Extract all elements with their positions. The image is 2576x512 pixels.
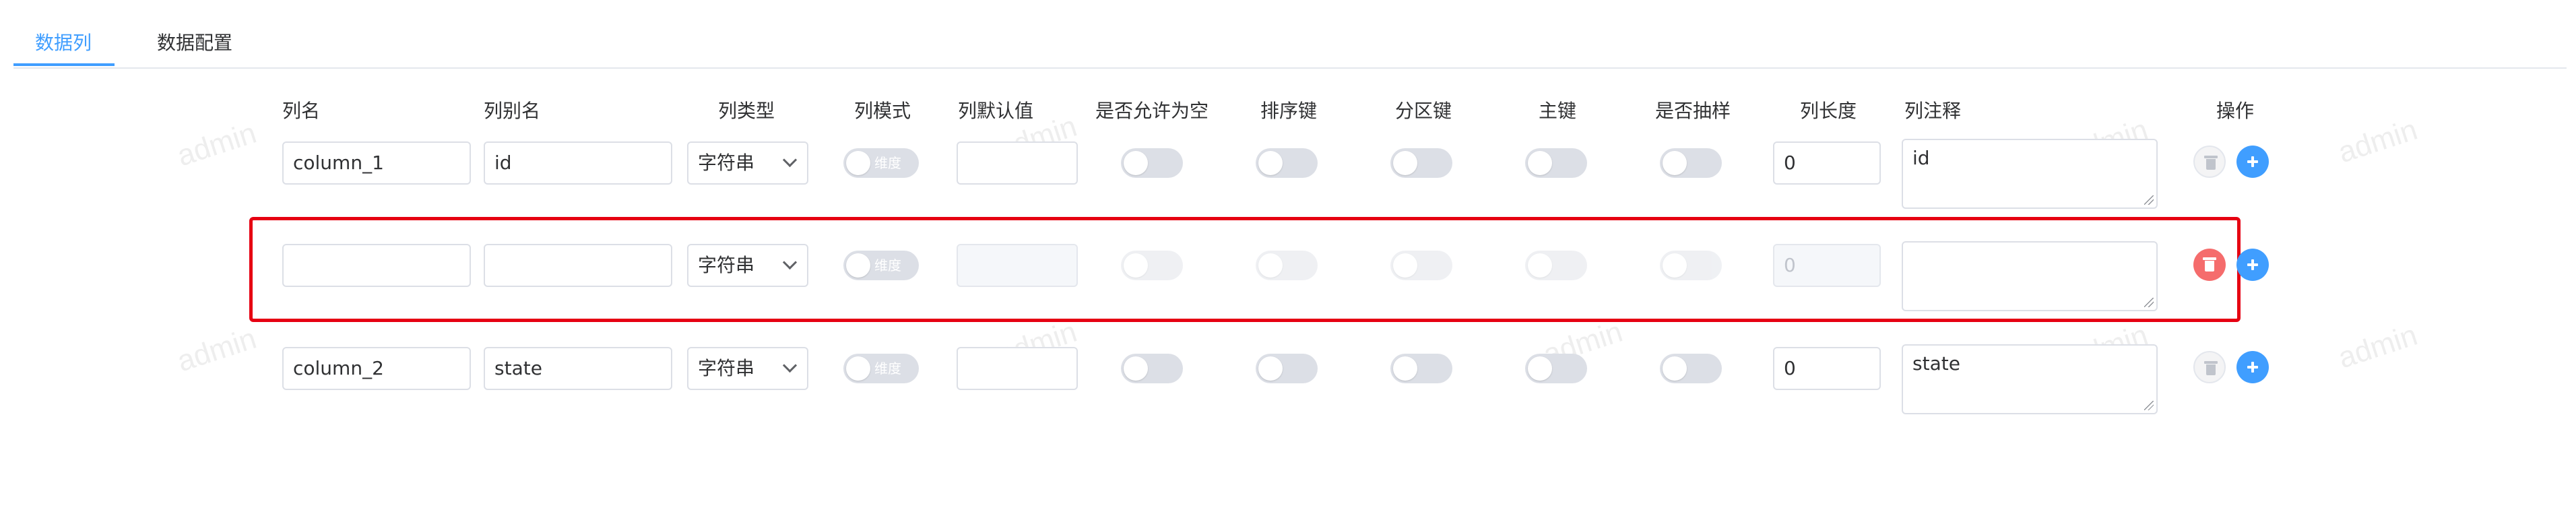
header-col-comment: 列注释 (1904, 100, 1962, 122)
column-name-input[interactable]: column_1 (282, 141, 471, 185)
nullable-switch[interactable] (1121, 251, 1183, 280)
header-col-type: 列类型 (718, 100, 775, 122)
switch-knob (1663, 151, 1687, 175)
column-length-input[interactable]: 0 (1773, 347, 1881, 390)
column-alias-input[interactable] (484, 244, 672, 287)
switch-knob (1258, 253, 1283, 278)
column-mode-label: 维度 (874, 155, 901, 171)
sort-key-switch[interactable] (1256, 251, 1318, 280)
switch-knob (1124, 253, 1148, 278)
active-tab-indicator (13, 63, 115, 66)
partition-key-switch[interactable] (1390, 148, 1452, 178)
tab-bar: 数据列 数据配置 (13, 0, 2567, 69)
column-comment-textarea[interactable]: id (1902, 139, 2158, 209)
resize-grip-icon[interactable] (2144, 401, 2154, 410)
chevron-down-icon (782, 255, 798, 270)
delete-row-button[interactable] (2193, 146, 2226, 178)
switch-knob (1528, 253, 1552, 278)
column-length-input[interactable]: 0 (1773, 141, 1881, 185)
nullable-switch[interactable] (1121, 148, 1183, 178)
switch-knob (1528, 151, 1552, 175)
sort-key-switch[interactable] (1256, 148, 1318, 178)
header-nullable: 是否允许为空 (1095, 100, 1209, 122)
column-comment-textarea[interactable]: state (1902, 344, 2158, 414)
column-type-select[interactable]: 字符串 (687, 244, 808, 287)
column-alias-input[interactable]: id (484, 141, 672, 185)
switch-knob (1663, 356, 1687, 381)
primary-key-switch[interactable] (1525, 148, 1587, 178)
add-row-button[interactable] (2236, 249, 2269, 281)
sample-switch[interactable] (1660, 148, 1722, 178)
add-row-button[interactable] (2236, 146, 2269, 178)
column-mode-switch[interactable]: 维度 (843, 354, 919, 383)
watermark: admin (2334, 318, 2422, 375)
switch-knob (1258, 356, 1283, 381)
column-comment-value: state (1912, 352, 1960, 375)
switch-knob (1393, 253, 1417, 278)
column-comment-textarea[interactable] (1902, 241, 2158, 311)
watermark: admin (173, 321, 261, 379)
tab-data-columns[interactable]: 数据列 (35, 30, 92, 57)
resize-grip-icon[interactable] (2144, 298, 2154, 307)
header-partition-key: 分区键 (1395, 100, 1452, 122)
default-value-input[interactable] (957, 347, 1078, 390)
switch-knob (1124, 356, 1148, 381)
switch-knob (1393, 151, 1417, 175)
delete-row-button[interactable] (2193, 249, 2226, 281)
watermark: admin (2334, 113, 2422, 170)
delete-row-button[interactable] (2193, 351, 2226, 383)
column-length-input[interactable]: 0 (1773, 244, 1881, 287)
switch-knob (846, 151, 870, 175)
switch-knob (1663, 253, 1687, 278)
chevron-down-icon (782, 358, 798, 373)
watermark: admin (173, 116, 261, 173)
sort-key-switch[interactable] (1256, 354, 1318, 383)
column-type-value: 字符串 (698, 357, 755, 379)
column-name-input[interactable] (282, 244, 471, 287)
column-alias-input[interactable]: state (484, 347, 672, 390)
column-type-value: 字符串 (698, 254, 755, 276)
add-row-button[interactable] (2236, 351, 2269, 383)
nullable-switch[interactable] (1121, 354, 1183, 383)
switch-knob (846, 356, 870, 381)
column-mode-label: 维度 (874, 257, 901, 274)
default-value-input[interactable] (957, 244, 1078, 287)
header-col-name: 列名 (282, 100, 321, 122)
switch-knob (1393, 356, 1417, 381)
sample-switch[interactable] (1660, 251, 1722, 280)
header-actions: 操作 (2216, 100, 2255, 122)
switch-knob (1124, 151, 1148, 175)
header-primary-key: 主键 (1539, 100, 1577, 122)
column-name-input[interactable]: column_2 (282, 347, 471, 390)
tab-data-config[interactable]: 数据配置 (157, 30, 232, 57)
switch-knob (846, 253, 870, 278)
header-col-length: 列长度 (1800, 100, 1857, 122)
column-mode-switch[interactable]: 维度 (843, 148, 919, 178)
column-type-select[interactable]: 字符串 (687, 141, 808, 185)
partition-key-switch[interactable] (1390, 354, 1452, 383)
column-comment-value: id (1912, 147, 1930, 169)
column-mode-label: 维度 (874, 360, 901, 377)
chevron-down-icon (782, 152, 798, 168)
primary-key-switch[interactable] (1525, 354, 1587, 383)
column-mode-switch[interactable]: 维度 (843, 251, 919, 280)
header-col-default: 列默认值 (958, 100, 1034, 122)
header-col-mode: 列模式 (854, 100, 911, 122)
column-type-value: 字符串 (698, 152, 755, 174)
default-value-input[interactable] (957, 141, 1078, 185)
switch-knob (1258, 151, 1283, 175)
primary-key-switch[interactable] (1525, 251, 1587, 280)
partition-key-switch[interactable] (1390, 251, 1452, 280)
switch-knob (1528, 356, 1552, 381)
header-col-alias: 列别名 (484, 100, 541, 122)
resize-grip-icon[interactable] (2144, 195, 2154, 205)
sample-switch[interactable] (1660, 354, 1722, 383)
header-sort-key: 排序键 (1260, 100, 1318, 122)
column-type-select[interactable]: 字符串 (687, 347, 808, 390)
header-sample: 是否抽样 (1655, 100, 1731, 122)
